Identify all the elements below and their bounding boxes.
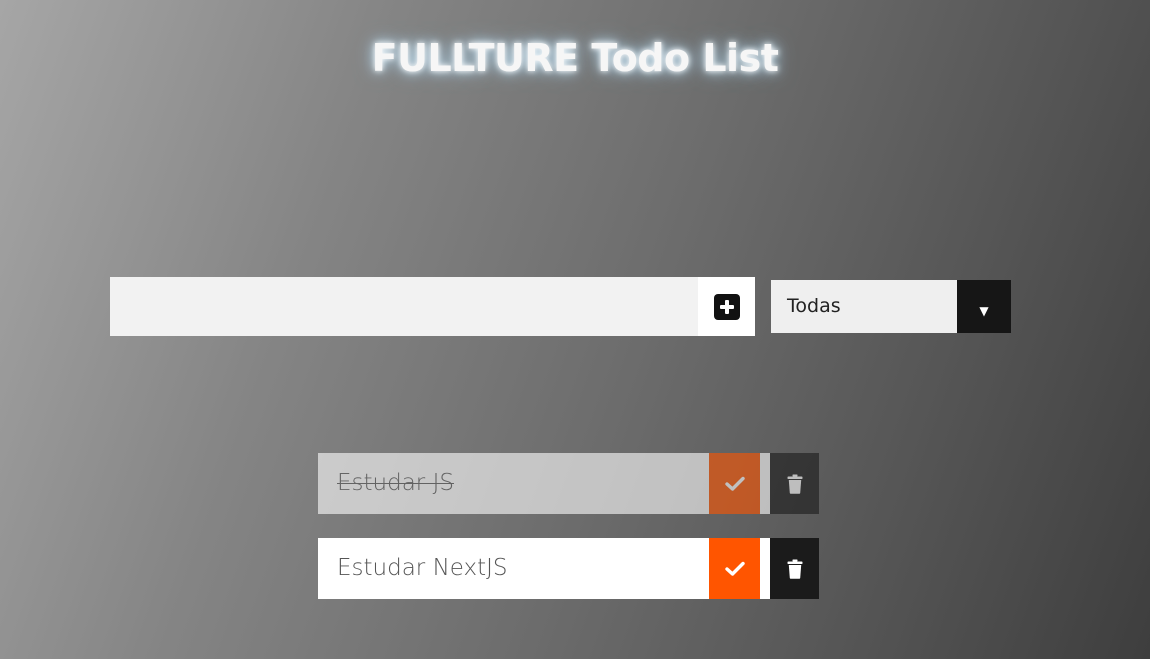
add-todo-button[interactable] <box>698 277 755 336</box>
todo-text: Estudar NextJS <box>318 538 709 599</box>
plus-square-icon <box>713 293 740 320</box>
delete-button[interactable] <box>770 538 819 599</box>
todo-form <box>110 277 755 336</box>
todo-item: Estudar JS <box>318 453 819 514</box>
delete-button[interactable] <box>770 453 819 514</box>
trash-icon <box>787 559 802 579</box>
todo-item: Estudar NextJS <box>318 538 819 599</box>
filter-selected-value: Todas <box>771 280 957 333</box>
complete-button[interactable] <box>709 538 760 599</box>
todo-input[interactable] <box>110 277 698 336</box>
todo-list: Estudar JS Estudar NextJS <box>318 453 819 623</box>
todo-text: Estudar JS <box>318 453 709 514</box>
trash-icon <box>787 474 802 494</box>
item-spacer <box>760 453 770 514</box>
complete-button[interactable] <box>709 453 760 514</box>
page-title: FULLTURE Todo List <box>371 36 779 80</box>
caret-down-icon: ▼ <box>957 280 1011 333</box>
check-icon <box>724 561 745 576</box>
item-spacer <box>760 538 770 599</box>
check-icon <box>724 476 745 491</box>
filter-select[interactable]: Todas ▼ <box>771 280 1011 333</box>
